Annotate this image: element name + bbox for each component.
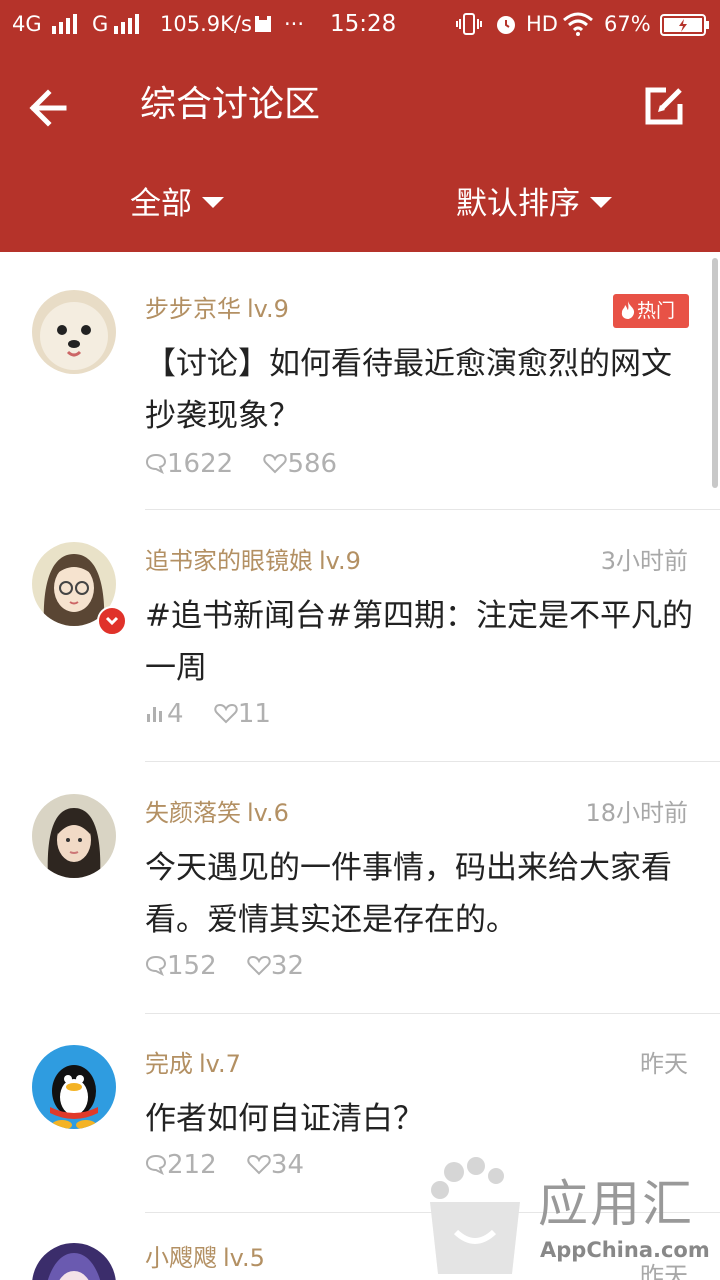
notification-icon	[254, 14, 272, 39]
avatar[interactable]	[32, 1045, 116, 1129]
wifi-icon	[562, 12, 594, 41]
hot-badge-label: 热门	[637, 300, 676, 322]
avatar[interactable]	[32, 794, 116, 878]
heart-icon	[247, 955, 271, 975]
post-item[interactable]: 失颜落笑 lv.6 18小时前 今天遇见的一件事情，码出来给大家看看。爱情其实还是…	[0, 762, 720, 1014]
post-stats: 152 32	[145, 948, 326, 984]
arrow-left-icon[interactable]	[24, 80, 80, 136]
username[interactable]: 追书家的眼镜娘 lv.9	[145, 544, 361, 578]
more-dots: ···	[284, 12, 305, 36]
user-level: lv.5	[223, 1244, 265, 1272]
user-level: lv.9	[319, 547, 361, 575]
hot-badge: 热门	[613, 294, 689, 328]
alarm-icon	[494, 12, 518, 41]
status-bar: 4G G 105.9K/s ··· 15:28 HD 67%	[0, 0, 720, 50]
comment-icon	[145, 453, 167, 474]
app-bar: 综合讨论区 全部 默认排序	[0, 50, 720, 252]
post-item[interactable]: 步步京华 lv.9 热门 【讨论】如何看待最近愈演愈烈的网文抄袭现象？ 1622 …	[0, 258, 720, 510]
network2-label: G	[92, 12, 109, 36]
user-level: lv.7	[199, 1050, 241, 1078]
post-stats: 212 34	[145, 1147, 326, 1183]
comment-icon	[145, 1154, 167, 1175]
post-title[interactable]: #追书新闻台#第四期：注定是不平凡的一周	[145, 590, 695, 694]
user-level: lv.6	[247, 799, 289, 827]
poll-icon	[147, 706, 162, 722]
post-time: 3小时前	[600, 547, 688, 575]
vibrate-icon	[456, 13, 482, 40]
username-text: 步步京华	[145, 295, 241, 323]
watermark-text: 应用汇	[538, 1175, 694, 1233]
clock: 15:28	[330, 11, 397, 37]
username-text: 小飕飕	[145, 1244, 217, 1272]
post-stats: 1622 586	[145, 446, 359, 482]
vote-count: 4	[167, 699, 184, 729]
edit-icon[interactable]	[636, 78, 692, 134]
category-filter-label: 全部	[130, 186, 192, 222]
like-count: 34	[270, 1150, 304, 1180]
avatar[interactable]	[32, 290, 116, 374]
battery-percent: 67%	[604, 12, 651, 36]
hd-label: HD	[526, 12, 558, 36]
like-count: 586	[287, 449, 338, 479]
username[interactable]: 小飕飕 lv.5	[145, 1241, 265, 1275]
post-title[interactable]: 今天遇见的一件事情，码出来给大家看看。爱情其实还是存在的。	[145, 842, 695, 946]
comment-icon	[145, 955, 167, 976]
verified-badge	[97, 606, 127, 636]
username[interactable]: 完成 lv.7	[145, 1047, 241, 1081]
username[interactable]: 步步京华 lv.9	[145, 292, 289, 326]
network-label: 4G	[12, 12, 42, 36]
heart-icon	[214, 703, 238, 723]
watermark-url: AppChina.com	[540, 1238, 710, 1262]
comment-count: 1622	[167, 449, 234, 479]
signal-icon	[52, 14, 82, 39]
username-text: 完成	[145, 1050, 193, 1078]
username-text: 追书家的眼镜娘	[145, 547, 313, 575]
like-count: 32	[270, 951, 304, 981]
appchina-logo-icon	[430, 1157, 520, 1274]
network-speed: 105.9K/s	[160, 12, 252, 36]
heart-icon	[247, 1154, 271, 1174]
avatar[interactable]	[32, 1243, 116, 1280]
username[interactable]: 失颜落笑 lv.6	[145, 796, 289, 830]
post-stats: 4 11	[145, 696, 293, 732]
category-filter[interactable]: 全部	[130, 182, 224, 226]
heart-icon	[263, 453, 288, 473]
caret-down-icon	[202, 197, 224, 208]
sort-filter-label: 默认排序	[456, 186, 580, 222]
signal2-icon	[114, 14, 144, 39]
comment-count: 212	[167, 1150, 217, 1180]
battery-icon	[660, 14, 710, 41]
post-time: 18小时前	[585, 799, 688, 827]
post-time: 昨天	[640, 1050, 688, 1078]
sort-filter[interactable]: 默认排序	[456, 182, 612, 226]
username-text: 失颜落笑	[145, 799, 241, 827]
user-level: lv.9	[247, 295, 289, 323]
post-title[interactable]: 作者如何自证清白？	[145, 1093, 695, 1145]
page-title: 综合讨论区	[140, 84, 321, 125]
appchina-watermark: 应用汇 AppChina.com	[420, 1150, 720, 1280]
like-count: 11	[237, 699, 271, 729]
flame-icon	[621, 300, 635, 319]
post-item[interactable]: 追书家的眼镜娘 lv.9 3小时前 #追书新闻台#第四期：注定是不平凡的一周 4 …	[0, 510, 720, 762]
comment-count: 152	[167, 951, 217, 981]
post-title[interactable]: 【讨论】如何看待最近愈演愈烈的网文抄袭现象？	[145, 338, 695, 442]
caret-down-icon	[590, 197, 612, 208]
chevron-down-icon	[105, 616, 119, 626]
